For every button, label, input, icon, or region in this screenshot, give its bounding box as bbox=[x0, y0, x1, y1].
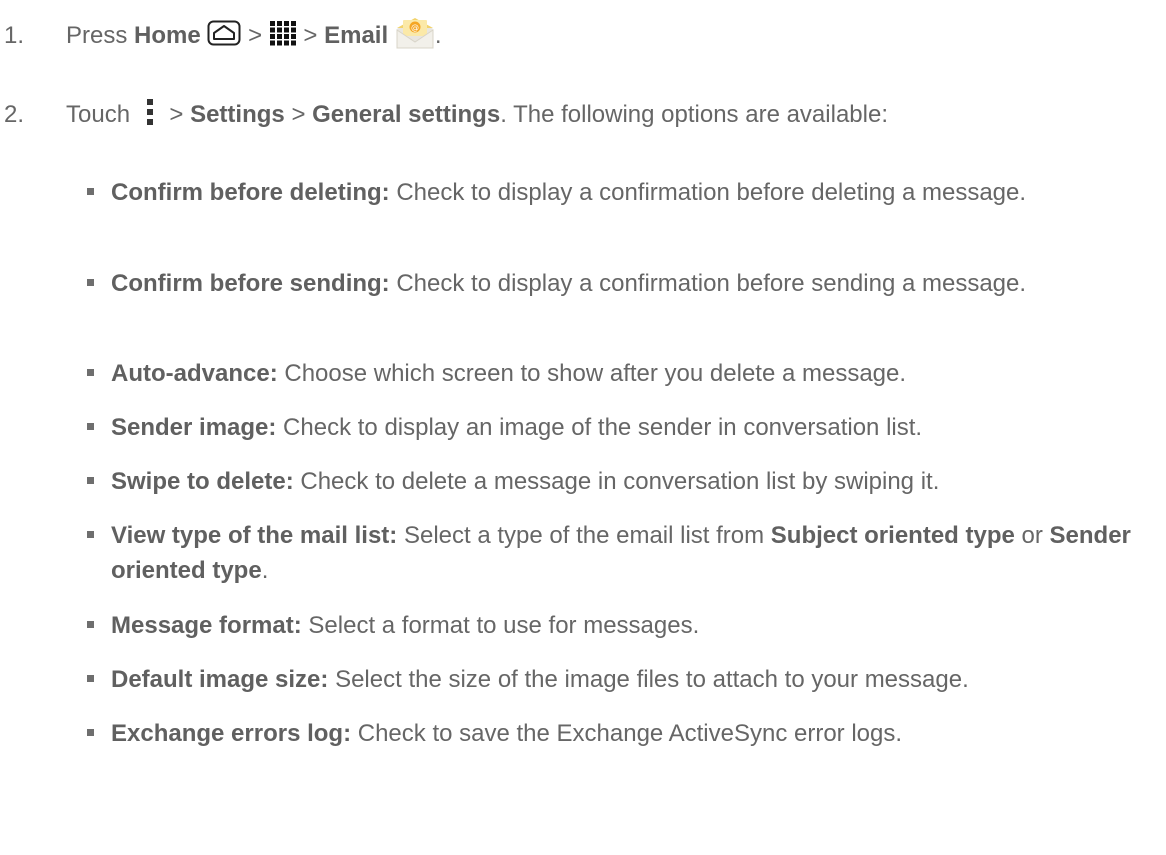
separator: > bbox=[291, 100, 306, 128]
option-desc: Check to delete a message in conversatio… bbox=[293, 468, 940, 495]
step-end: . bbox=[434, 21, 442, 49]
bullet bbox=[87, 279, 94, 286]
bullet bbox=[87, 621, 94, 628]
option-desc: Choose which screen to show after you de… bbox=[277, 360, 907, 387]
bullet bbox=[87, 369, 94, 376]
option-desc: Check to display a confirmation before s… bbox=[389, 270, 1027, 297]
step-text-press: Press bbox=[66, 21, 128, 49]
option-desc: Check to display an image of the sender … bbox=[276, 414, 923, 441]
option-mid: or bbox=[1014, 522, 1050, 549]
home-label: Home bbox=[134, 21, 201, 49]
step-tail: . The following options are available: bbox=[500, 100, 888, 128]
option-desc: Check to display a confirmation before d… bbox=[389, 179, 1027, 206]
svg-text:@: @ bbox=[411, 23, 419, 32]
menu-overflow-icon bbox=[145, 97, 155, 134]
option-term: Exchange errors log: bbox=[111, 720, 352, 747]
separator: > bbox=[303, 21, 318, 49]
apps-grid-icon bbox=[269, 20, 297, 53]
option-term: Sender image: bbox=[111, 414, 277, 441]
step-number: 1. bbox=[4, 21, 25, 49]
option-desc: Select a type of the email list from bbox=[397, 522, 771, 549]
bullet bbox=[87, 531, 94, 538]
option-desc: Check to save the Exchange ActiveSync er… bbox=[351, 720, 903, 747]
step-text-touch: Touch bbox=[66, 100, 131, 128]
option-term: View type of the mail list: bbox=[111, 522, 398, 549]
option-term: Auto-advance: bbox=[111, 360, 278, 387]
step-1: 1. Press Home > > Email @ . bbox=[0, 16, 441, 57]
option-term: Confirm before sending: bbox=[111, 270, 390, 297]
bullet bbox=[87, 423, 94, 430]
home-key-icon bbox=[207, 20, 241, 53]
bullet bbox=[87, 477, 94, 484]
settings-label: Settings bbox=[190, 100, 285, 128]
step-number: 2. bbox=[4, 100, 25, 128]
option-choice-subject: Subject oriented type bbox=[770, 522, 1015, 549]
option-term: Swipe to delete: bbox=[111, 468, 294, 495]
option-term: Default image size: bbox=[111, 666, 329, 693]
option-desc: Select a format to use for messages. bbox=[301, 612, 700, 639]
bullet bbox=[87, 675, 94, 682]
step-2: 2. Touch > Settings > General settings. T… bbox=[0, 97, 888, 134]
bullet bbox=[87, 729, 94, 736]
option-term: Message format: bbox=[111, 612, 302, 639]
option-term: Confirm before deleting: bbox=[111, 179, 390, 206]
option-end: . bbox=[261, 557, 269, 584]
general-settings-label: General settings bbox=[312, 100, 501, 128]
email-app-icon: @ bbox=[395, 16, 435, 57]
separator: > bbox=[169, 100, 184, 128]
email-label: Email bbox=[324, 21, 389, 49]
bullet bbox=[87, 188, 94, 195]
option-desc: Select the size of the image files to at… bbox=[328, 666, 969, 693]
separator: > bbox=[248, 21, 263, 49]
